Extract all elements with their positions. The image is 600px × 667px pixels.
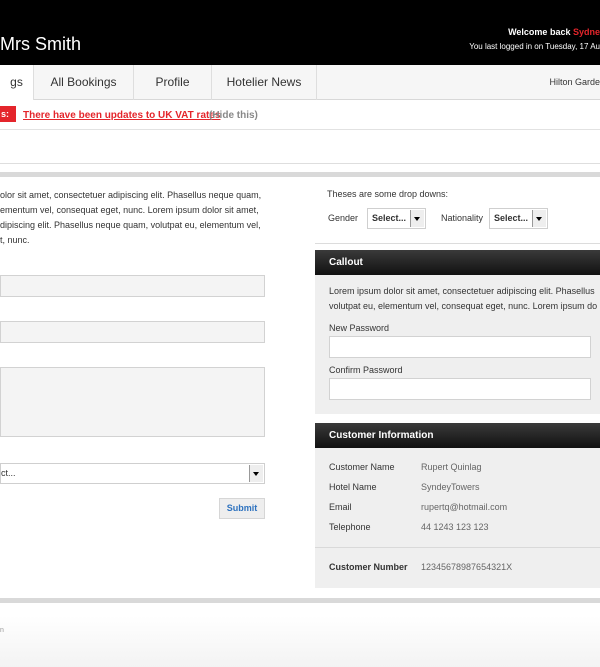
chevron-down-icon — [410, 210, 424, 227]
gender-select-value: Select... — [372, 213, 407, 223]
content-divider-bottom — [0, 598, 600, 603]
callout-line: Lorem ipsum dolor sit amet, consectetuer… — [329, 286, 595, 296]
customer-number-label: Customer Number — [329, 562, 408, 572]
email-label: Email — [329, 502, 352, 512]
new-password-label: New Password — [329, 323, 390, 333]
user-name: Mrs Smith — [0, 34, 81, 54]
alert-badge: s: — [0, 106, 16, 122]
intro-line: ementum vel, consequat eget, nunc. Lorem… — [0, 205, 259, 215]
customer-info-title: Customer Information — [315, 423, 600, 448]
confirm-password-label: Confirm Password — [329, 365, 403, 375]
tab-bookings[interactable]: gs — [0, 65, 34, 100]
tab-all-bookings[interactable]: All Bookings — [34, 65, 134, 100]
welcome-name: Sydne — [572, 27, 600, 37]
chevron-down-icon — [249, 465, 263, 482]
email-value: rupertq@hotmail.com — [421, 502, 508, 512]
alert-bar: s: There have been updates to UK VAT rat… — [0, 101, 600, 130]
last-login-text: You last logged in on Tuesday, 17 Au — [469, 42, 600, 51]
intro-line: olor sit amet, consectetuer adipiscing e… — [0, 190, 262, 200]
text-field-1[interactable] — [0, 275, 265, 297]
customer-number-value: 12345678987654321X — [421, 562, 513, 572]
chevron-down-icon — [532, 210, 546, 227]
nationality-label: Nationality — [441, 213, 484, 223]
new-password-field[interactable] — [329, 336, 591, 358]
intro-line: t, nunc. — [0, 235, 30, 245]
intro-text: olor sit amet, consectetuer adipiscing e… — [0, 188, 300, 248]
main-nav: gs All Bookings Profile Hotelier News Hi… — [0, 65, 600, 100]
content-divider-top — [0, 172, 600, 177]
customer-info-panel: Customer Information Customer Name Ruper… — [315, 423, 600, 588]
right-divider — [315, 243, 600, 244]
select-value: ct... — [1, 468, 16, 478]
footer-text: n — [0, 627, 4, 634]
hide-alert-link[interactable]: (Hide this) — [209, 110, 258, 121]
telephone-label: Telephone — [329, 522, 371, 532]
gender-label: Gender — [328, 213, 359, 223]
callout-panel: Callout Lorem ipsum dolor sit amet, cons… — [315, 250, 600, 414]
intro-line: dipiscing elit. Phasellus neque quam, vo… — [0, 220, 261, 230]
callout-body: Lorem ipsum dolor sit amet, consectetuer… — [329, 284, 597, 314]
sub-bar — [0, 130, 600, 164]
nationality-select-value: Select... — [494, 213, 529, 223]
customer-name-value: Rupert Quinlag — [421, 462, 482, 472]
hotel-name: Hilton Garde — [549, 77, 600, 87]
customer-name-label: Customer Name — [329, 462, 395, 472]
callout-title: Callout — [315, 250, 600, 275]
submit-button[interactable]: Submit — [219, 498, 265, 519]
customer-info-divider — [315, 547, 600, 548]
tab-hotelier-news[interactable]: Hotelier News — [212, 65, 317, 100]
welcome-message: Welcome back Sydne — [508, 27, 600, 37]
select-dropdown[interactable]: ct... — [0, 463, 265, 484]
callout-line: volutpat eu, elementum vel, consequat eg… — [329, 301, 598, 311]
nationality-select[interactable]: Select... — [489, 208, 548, 229]
telephone-value: 44 1243 123 123 — [421, 522, 489, 532]
hotel-name-value: SyndeyTowers — [421, 482, 480, 492]
confirm-password-field[interactable] — [329, 378, 591, 400]
hotel-name-label: Hotel Name — [329, 482, 377, 492]
top-header: Mrs Smith Welcome back Sydne You last lo… — [0, 0, 600, 65]
welcome-prefix: Welcome back — [508, 27, 571, 37]
footer — [0, 616, 600, 667]
dropdowns-title: Theses are some drop downs: — [327, 189, 449, 199]
vat-update-link[interactable]: There have been updates to UK VAT rates — [23, 110, 220, 121]
textarea-field[interactable] — [0, 367, 265, 437]
text-field-2[interactable] — [0, 321, 265, 343]
tab-profile[interactable]: Profile — [134, 65, 212, 100]
gender-select[interactable]: Select... — [367, 208, 426, 229]
